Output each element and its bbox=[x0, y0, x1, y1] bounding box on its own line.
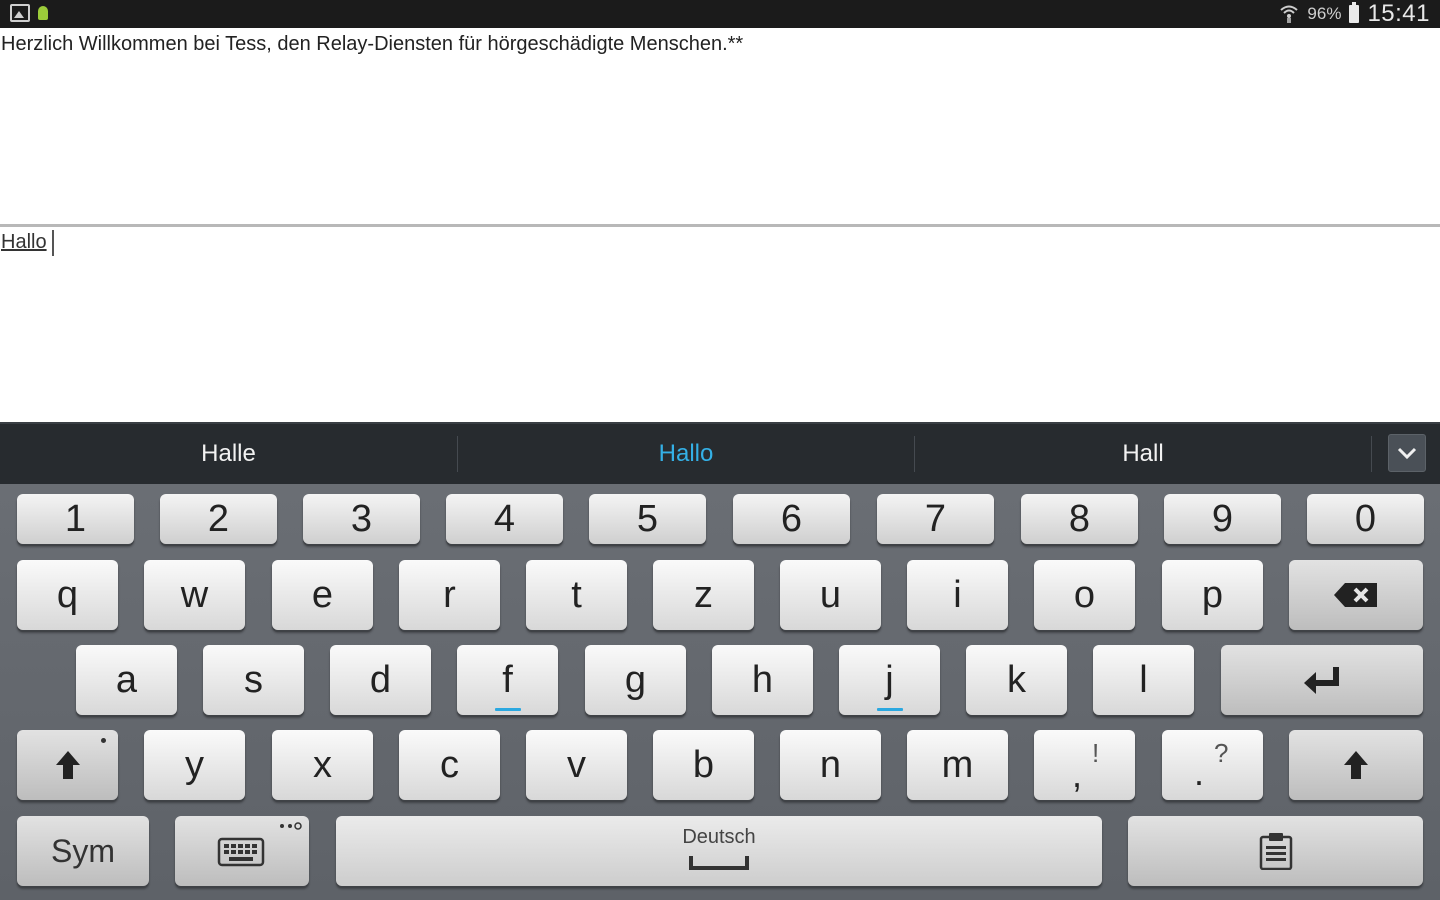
period-alt: ? bbox=[1214, 738, 1229, 768]
chevron-down-icon bbox=[1397, 447, 1417, 460]
shift-icon bbox=[1344, 751, 1368, 779]
key-z[interactable]: z bbox=[653, 560, 754, 630]
sym-key[interactable]: Sym bbox=[17, 816, 149, 886]
key-4[interactable]: 4 bbox=[446, 494, 563, 544]
key-j-label: j bbox=[885, 658, 894, 701]
space-icon bbox=[689, 856, 749, 870]
key-f-label: f bbox=[502, 658, 513, 701]
space-key[interactable]: Deutsch bbox=[336, 816, 1102, 886]
key-m[interactable]: m bbox=[907, 730, 1008, 800]
key-q[interactable]: q bbox=[17, 560, 118, 630]
comma-alt: ! bbox=[1092, 738, 1100, 768]
key-p[interactable]: p bbox=[1162, 560, 1263, 630]
key-6[interactable]: 6 bbox=[733, 494, 850, 544]
home-row-marker bbox=[876, 708, 903, 711]
backspace-icon bbox=[1334, 583, 1377, 607]
sym-label: Sym bbox=[51, 832, 115, 869]
key-l[interactable]: l bbox=[1093, 645, 1194, 715]
clipboard-key[interactable] bbox=[1128, 816, 1423, 886]
key-t[interactable]: t bbox=[526, 560, 627, 630]
gallery-icon bbox=[10, 4, 30, 22]
battery-icon bbox=[1349, 2, 1360, 23]
key-x[interactable]: x bbox=[272, 730, 373, 800]
backspace-key[interactable] bbox=[1289, 560, 1423, 630]
key-v[interactable]: v bbox=[526, 730, 627, 800]
key-5[interactable]: 5 bbox=[589, 494, 706, 544]
wifi-icon bbox=[1280, 5, 1299, 23]
key-a[interactable]: a bbox=[76, 645, 177, 715]
key-9[interactable]: 9 bbox=[1164, 494, 1281, 544]
suggestion-bar: Halle Hallo Hall bbox=[0, 422, 1440, 484]
key-j[interactable]: j bbox=[839, 645, 940, 715]
shift-key-right[interactable] bbox=[1289, 730, 1423, 800]
key-r[interactable]: r bbox=[399, 560, 500, 630]
conversation-area: Herzlich Willkommen bei Tess, den Relay-… bbox=[0, 28, 1440, 224]
input-text: Hallo bbox=[1, 231, 47, 253]
shift-icon bbox=[55, 751, 80, 779]
keyboard-settings-key[interactable] bbox=[175, 816, 309, 886]
key-s[interactable]: s bbox=[203, 645, 304, 715]
key-w[interactable]: w bbox=[144, 560, 245, 630]
key-0[interactable]: 0 bbox=[1307, 494, 1424, 544]
enter-icon bbox=[1304, 667, 1339, 694]
key-c[interactable]: c bbox=[399, 730, 500, 800]
status-bar: 96% 15:41 bbox=[0, 0, 1440, 28]
suggestion-1[interactable]: Halle bbox=[0, 424, 457, 484]
text-caret bbox=[52, 230, 54, 256]
key-k[interactable]: k bbox=[966, 645, 1067, 715]
shift-indicator-dot bbox=[101, 738, 106, 743]
collapse-suggestions-button[interactable] bbox=[1388, 434, 1426, 472]
enter-key[interactable] bbox=[1221, 645, 1423, 715]
suggestion-2[interactable]: Hallo bbox=[458, 424, 914, 484]
key-d[interactable]: d bbox=[330, 645, 431, 715]
key-i[interactable]: i bbox=[907, 560, 1008, 630]
suggestion-separator bbox=[1371, 436, 1372, 472]
message-input[interactable]: Hallo bbox=[0, 227, 1440, 422]
android-icon bbox=[38, 6, 48, 20]
key-u[interactable]: u bbox=[780, 560, 881, 630]
key-n[interactable]: n bbox=[780, 730, 881, 800]
conversation-message: Herzlich Willkommen bei Tess, den Relay-… bbox=[1, 33, 744, 55]
clipboard-icon bbox=[1259, 833, 1292, 870]
key-h[interactable]: h bbox=[712, 645, 813, 715]
key-2[interactable]: 2 bbox=[160, 494, 277, 544]
space-language-label: Deutsch bbox=[682, 826, 756, 848]
shift-key-left[interactable] bbox=[17, 730, 118, 800]
key-g[interactable]: g bbox=[585, 645, 686, 715]
keyboard: 1 2 3 4 5 6 7 8 9 0 q w e r t z u i o p … bbox=[0, 484, 1440, 900]
keyboard-icon bbox=[217, 837, 265, 867]
more-options-icon bbox=[280, 822, 302, 830]
battery-percent: 96% bbox=[1307, 4, 1342, 23]
key-7[interactable]: 7 bbox=[877, 494, 994, 544]
key-1[interactable]: 1 bbox=[17, 494, 134, 544]
key-f[interactable]: f bbox=[457, 645, 558, 715]
key-e[interactable]: e bbox=[272, 560, 373, 630]
clock: 15:41 bbox=[1367, 0, 1430, 27]
key-period[interactable]: . ? bbox=[1162, 730, 1263, 800]
period-main: . bbox=[1194, 752, 1205, 793]
key-comma[interactable]: , ! bbox=[1034, 730, 1135, 800]
key-8[interactable]: 8 bbox=[1021, 494, 1138, 544]
suggestion-3[interactable]: Hall bbox=[915, 424, 1371, 484]
key-o[interactable]: o bbox=[1034, 560, 1135, 630]
key-y[interactable]: y bbox=[144, 730, 245, 800]
key-3[interactable]: 3 bbox=[303, 494, 420, 544]
home-row-marker bbox=[494, 708, 521, 711]
key-b[interactable]: b bbox=[653, 730, 754, 800]
comma-main: , bbox=[1072, 754, 1083, 795]
